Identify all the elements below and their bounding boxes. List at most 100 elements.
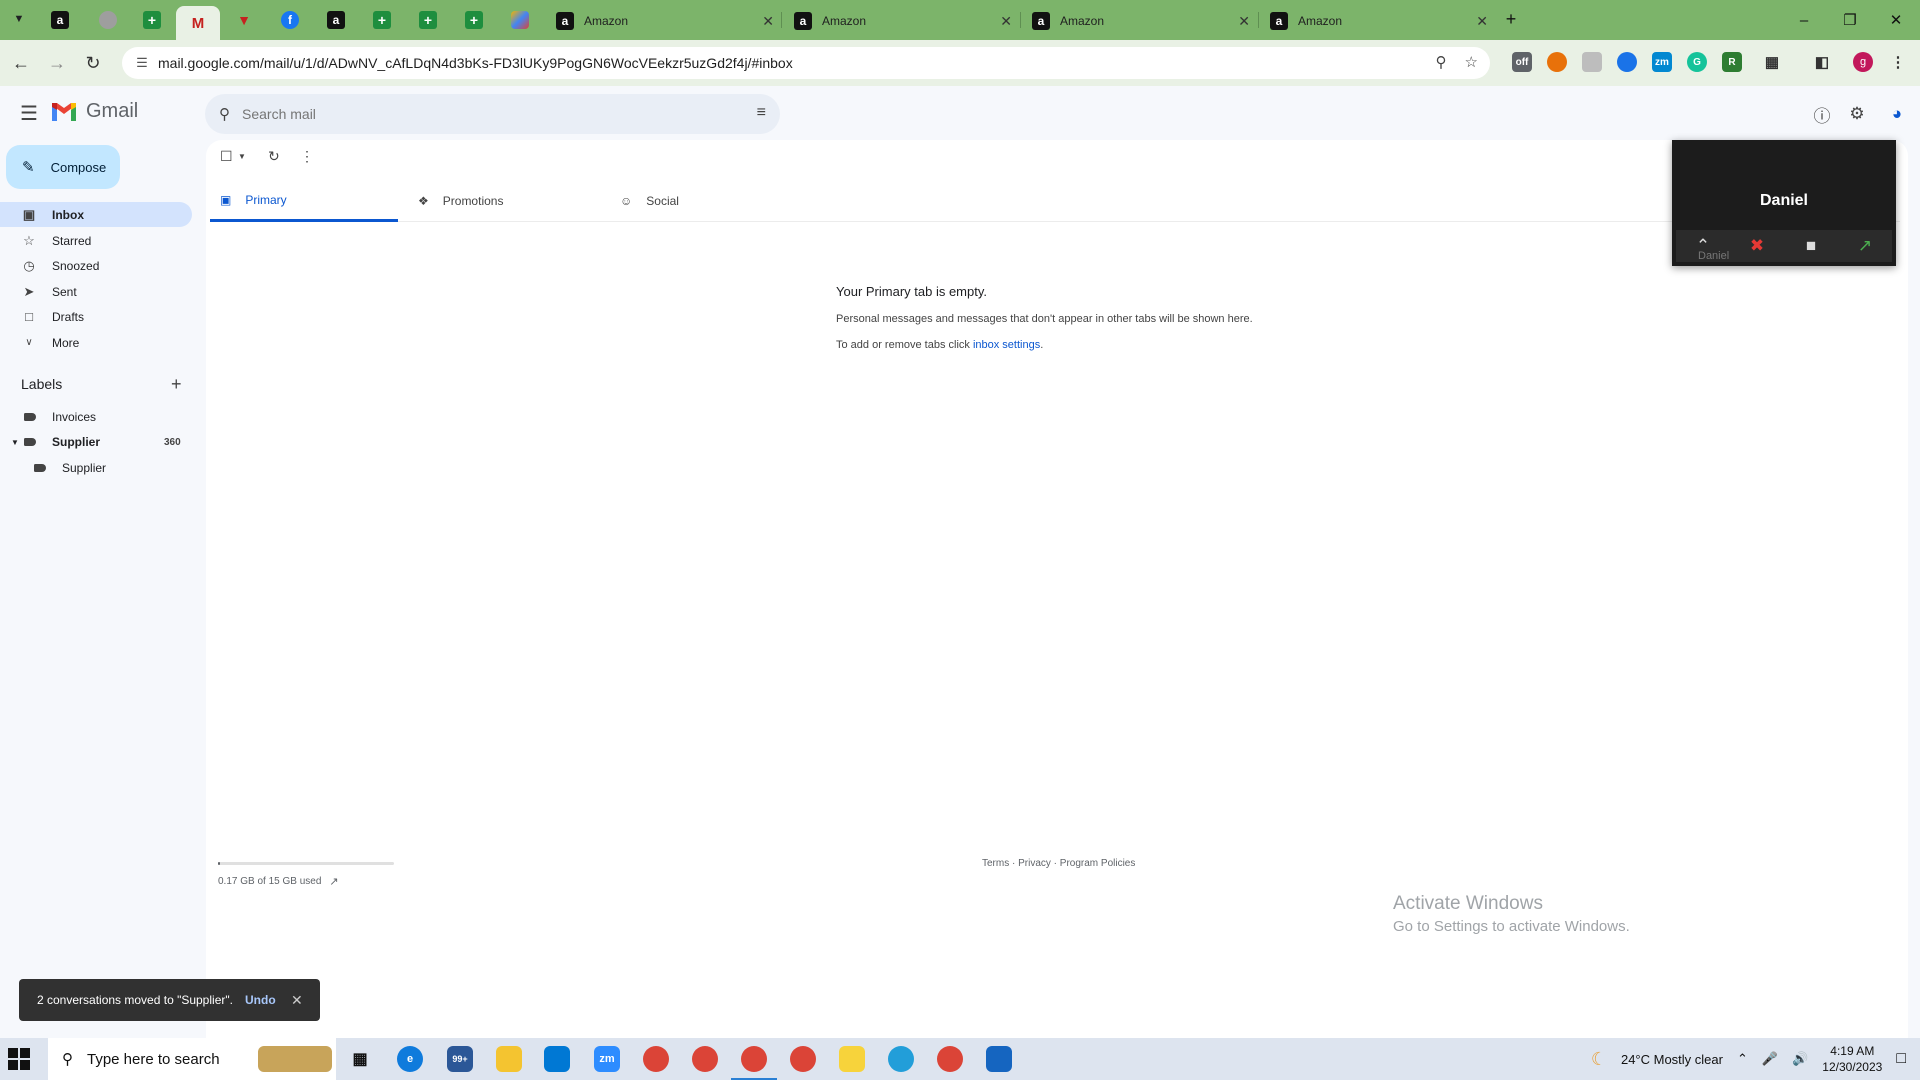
task-view-icon[interactable]: ▦	[347, 1046, 373, 1072]
chrome-profile-3-icon[interactable]	[937, 1046, 963, 1072]
pinned-tab-red[interactable]: ▼	[232, 8, 256, 32]
pinned-tab-sheets-3[interactable]: +	[416, 8, 440, 32]
chrome-active-icon[interactable]	[731, 1046, 777, 1080]
pinned-tab-facebook[interactable]: f	[278, 8, 302, 32]
select-checkbox-icon[interactable]: ☐	[220, 148, 233, 165]
nav-starred[interactable]: ☆ Starred	[0, 228, 192, 253]
close-tab-icon[interactable]: ✕	[1000, 13, 1012, 30]
search-bar[interactable]: ⚲ ≡	[205, 94, 780, 134]
reload-button[interactable]: ↻	[80, 50, 106, 76]
label-invoices[interactable]: Invoices	[24, 407, 96, 427]
account-avatar-icon[interactable]: ◕	[1885, 102, 1909, 126]
site-info-icon[interactable]: ☰	[132, 55, 152, 71]
extension-orange-icon[interactable]	[1547, 52, 1567, 72]
calculator-icon[interactable]	[986, 1046, 1012, 1072]
footer-links[interactable]: Terms · Privacy · Program Policies	[982, 858, 1135, 869]
grammarly-icon[interactable]: G	[1687, 52, 1707, 72]
forward-button[interactable]: →	[44, 50, 70, 76]
close-icon[interactable]: ✕	[291, 992, 303, 1009]
extension-puzzle-icon[interactable]	[1582, 52, 1602, 72]
tab-amazon-3[interactable]: a Amazon ✕	[1022, 8, 1258, 34]
settings-gear-icon[interactable]: ⚙	[1845, 102, 1869, 126]
zoom-app-icon[interactable]: zm	[594, 1046, 620, 1072]
menu-kebab-icon[interactable]: ⋮	[1888, 52, 1908, 72]
extension-green-icon[interactable]: R	[1722, 52, 1742, 72]
search-highlight-icon[interactable]	[258, 1046, 332, 1072]
microphone-icon[interactable]: 🎤	[1762, 1051, 1778, 1067]
label-supplier-sub[interactable]: Supplier	[34, 458, 106, 478]
sticky-notes-icon[interactable]	[839, 1046, 865, 1072]
tab-promotions[interactable]: ❖ Promotions	[408, 180, 596, 222]
inbox-settings-link[interactable]: inbox settings	[973, 339, 1040, 351]
restore-button[interactable]: ❐	[1830, 6, 1870, 34]
extension-off-icon[interactable]: off	[1512, 52, 1532, 72]
pinned-tab-amazon[interactable]: a	[48, 8, 72, 32]
bookmark-star-icon[interactable]: ☆	[1465, 53, 1478, 71]
minimize-button[interactable]: –	[1784, 6, 1824, 34]
undo-button[interactable]: Undo	[245, 993, 276, 1007]
nav-snoozed[interactable]: ◷ Snoozed	[0, 253, 192, 278]
main-menu-icon[interactable]: ☰	[18, 102, 40, 125]
open-in-new-icon[interactable]: ↗	[329, 875, 338, 888]
pinned-tab-sheets-2[interactable]: +	[370, 8, 394, 32]
close-tab-icon[interactable]: ✕	[762, 13, 774, 30]
speaker-icon[interactable]: 🔊	[1792, 1051, 1808, 1067]
caret-down-icon[interactable]: ▼	[11, 438, 24, 447]
back-button[interactable]: ←	[8, 50, 34, 76]
pinned-tab-gmail[interactable]: M	[176, 6, 220, 40]
new-tab-button[interactable]: +	[1498, 6, 1524, 32]
nav-sent[interactable]: ➤ Sent	[0, 279, 192, 304]
video-camera-icon[interactable]: ■	[1784, 236, 1838, 256]
close-tab-icon[interactable]: ✕	[1476, 13, 1488, 30]
close-tab-icon[interactable]: ✕	[1238, 13, 1250, 30]
chrome-profile-2-icon[interactable]	[790, 1046, 816, 1072]
compose-button[interactable]: ✎ Compose	[6, 145, 120, 189]
add-label-icon[interactable]: +	[171, 374, 182, 395]
tab-social[interactable]: ☺ Social	[610, 180, 798, 222]
edge-icon[interactable]: e	[397, 1046, 423, 1072]
telegram-icon[interactable]	[888, 1046, 914, 1072]
close-window-button[interactable]: ✕	[1876, 6, 1916, 34]
notifications-icon[interactable]: □	[1896, 1050, 1906, 1068]
weather-text[interactable]: 24°C Mostly clear	[1621, 1052, 1723, 1067]
extensions-puzzle-icon[interactable]: ▦	[1762, 52, 1782, 72]
gmail-logo[interactable]: Gmail	[50, 100, 138, 123]
nav-inbox[interactable]: ▣ Inbox	[0, 202, 192, 227]
store-icon[interactable]	[544, 1046, 570, 1072]
profile-avatar[interactable]: g	[1853, 52, 1873, 72]
address-bar[interactable]: ☰ mail.google.com/mail/u/1/d/ADwNV_cAfLD…	[122, 47, 1490, 79]
chrome-profile-icon[interactable]	[692, 1046, 718, 1072]
refresh-icon[interactable]: ↻	[268, 148, 280, 165]
pinned-tab-sheets[interactable]: +	[140, 8, 164, 32]
share-screen-icon[interactable]: ↗	[1838, 236, 1892, 256]
tab-search-button[interactable]: ▼	[6, 6, 32, 32]
windows-start-icon[interactable]	[8, 1048, 30, 1070]
file-explorer-icon[interactable]	[496, 1046, 522, 1072]
extension-blue-icon[interactable]	[1617, 52, 1637, 72]
pinned-tab-amazon-2[interactable]: a	[324, 8, 348, 32]
nav-more[interactable]: ∨ More	[0, 330, 192, 355]
label-supplier[interactable]: ▼ Supplier 360	[11, 432, 181, 452]
zoom-mini-window[interactable]: Daniel ⌃ ✖ ■ ↗ Daniel	[1672, 140, 1896, 266]
chevron-up-icon[interactable]: ⌃	[1737, 1051, 1748, 1067]
side-panel-icon[interactable]: ◧	[1812, 52, 1832, 72]
tab-amazon-1[interactable]: a Amazon ✕	[546, 8, 782, 34]
mail-app-icon[interactable]: 99+	[447, 1046, 473, 1072]
tab-amazon-4[interactable]: a Amazon ✕	[1260, 8, 1496, 34]
tab-amazon-2[interactable]: a Amazon ✕	[784, 8, 1020, 34]
pinned-tab-multi[interactable]	[508, 8, 532, 32]
tab-primary[interactable]: ▣ Primary	[210, 180, 398, 222]
mic-muted-icon[interactable]: ✖	[1730, 236, 1784, 256]
search-icon[interactable]: ⚲	[219, 105, 230, 123]
search-options-icon[interactable]: ≡	[757, 104, 766, 122]
chrome-icon[interactable]	[643, 1046, 669, 1072]
help-icon[interactable]: ⓘ	[1810, 102, 1834, 126]
pinned-tab-sheets-4[interactable]: +	[462, 8, 486, 32]
select-dropdown-icon[interactable]: ▼	[238, 152, 246, 161]
clock[interactable]: 4:19 AM 12/30/2023	[1822, 1043, 1882, 1075]
zoom-magnifier-icon[interactable]: ⚲	[1436, 53, 1447, 71]
pinned-tab-grey[interactable]	[96, 8, 120, 32]
more-actions-icon[interactable]: ⋮	[300, 148, 314, 165]
nav-drafts[interactable]: □ Drafts	[0, 304, 192, 329]
extension-zoom-icon[interactable]: zm	[1652, 52, 1672, 72]
